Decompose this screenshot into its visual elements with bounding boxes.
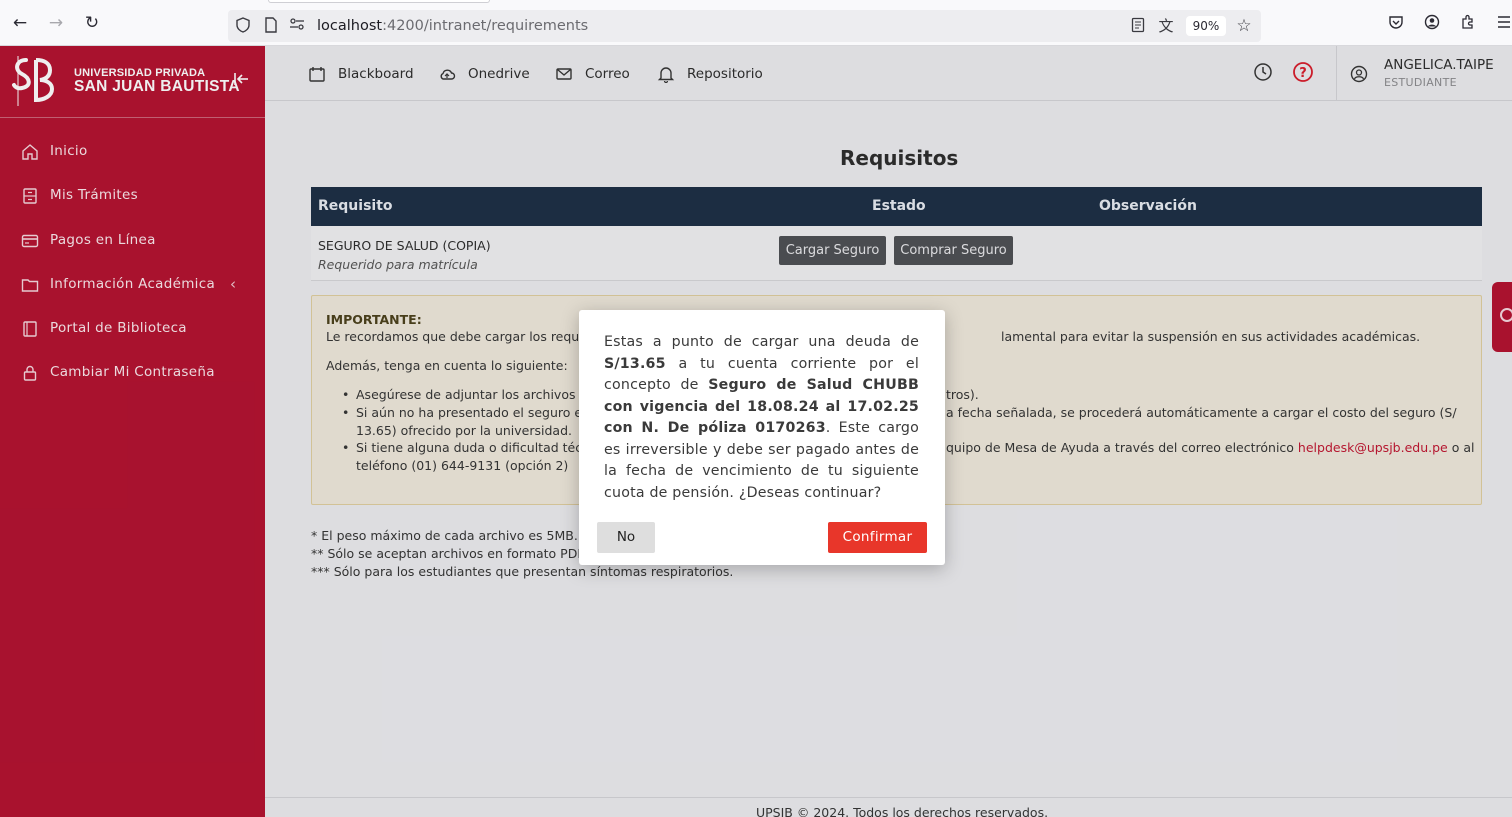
dialog-message: Estas a punto de cargar una deuda de S/1… [604, 334, 919, 501]
confirm-button[interactable]: Confirmar [828, 522, 927, 553]
menu-icon[interactable] [1494, 14, 1512, 34]
forward-icon[interactable]: → [46, 13, 66, 33]
extensions-icon[interactable] [1458, 14, 1478, 34]
page-icon [262, 17, 280, 35]
address-bar[interactable]: localhost:4200/intranet/requirements 文 9… [228, 10, 1261, 42]
permissions-icon[interactable] [288, 17, 306, 35]
translate-icon[interactable]: 文 [1157, 17, 1175, 35]
browser-tab[interactable] [268, 0, 490, 3]
account-icon[interactable] [1422, 14, 1442, 34]
reload-icon[interactable]: ↻ [82, 13, 102, 33]
confirm-dialog: Estas a punto de cargar una deuda de S/1… [579, 310, 945, 565]
reader-view-icon[interactable] [1129, 17, 1147, 35]
pocket-icon[interactable] [1386, 14, 1406, 34]
shield-icon[interactable] [234, 17, 252, 35]
browser-toolbar: ← → ↻ localhost:4200/intranet/requiremen… [0, 0, 1512, 46]
back-icon[interactable]: ← [10, 13, 30, 33]
zoom-level[interactable]: 90% [1186, 16, 1226, 36]
url-text[interactable]: localhost:4200/intranet/requirements [317, 17, 588, 35]
bookmark-star-icon[interactable]: ☆ [1235, 17, 1253, 35]
no-button[interactable]: No [597, 522, 655, 553]
debt-amount: S/13.65 [604, 355, 666, 372]
